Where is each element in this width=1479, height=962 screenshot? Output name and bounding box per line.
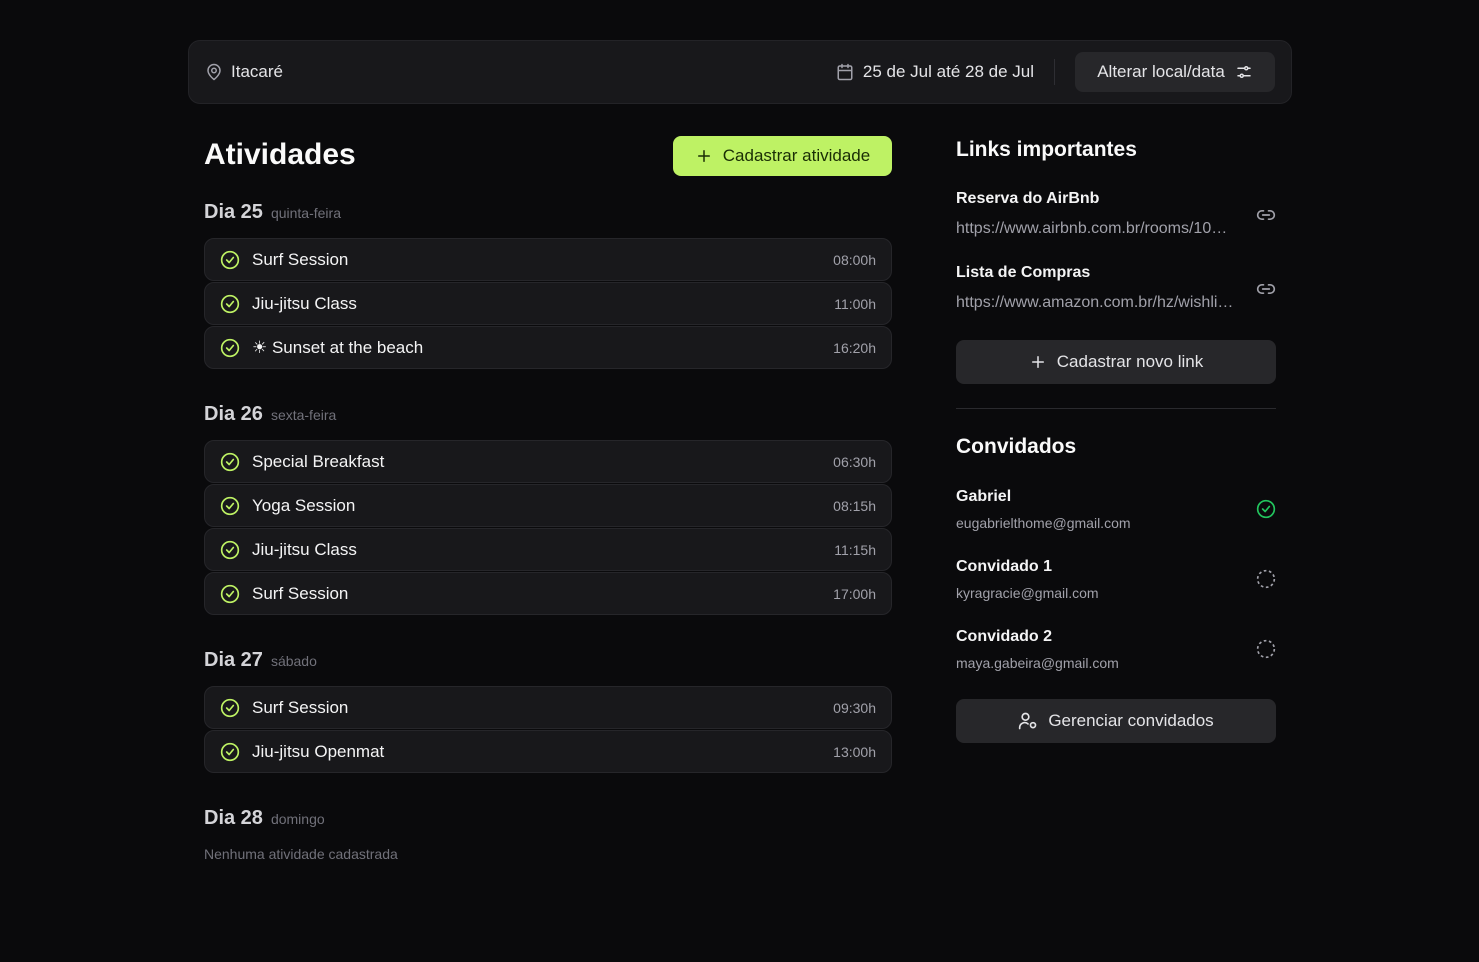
day-header: Dia 26 sexta-feira [204, 403, 336, 426]
circle-check-icon [220, 496, 240, 516]
circle-dashed-icon [1256, 639, 1276, 659]
link-item: Reserva do AirBnb https://www.airbnb.com… [956, 190, 1276, 238]
date-range: 25 de Jul até 28 de Jul [836, 62, 1034, 82]
plus-icon [1029, 353, 1047, 371]
activity-name: ☀ Sunset at the beach [252, 337, 424, 357]
day-number: Dia 28 [204, 807, 263, 829]
day-header: Dia 27 sábado [204, 649, 317, 672]
link-item: Lista de Compras https://www.amazon.com.… [956, 264, 1276, 312]
circle-check-icon [220, 540, 240, 560]
activity-time: 09:30h [833, 699, 876, 716]
guest-name: Gabriel [956, 488, 1012, 505]
circle-check-icon [220, 250, 240, 270]
circle-check-icon [220, 452, 240, 472]
guest-email: maya.gabeira@gmail.com [956, 655, 1119, 671]
activity-time: 11:15h [834, 541, 876, 558]
manage-guests-button[interactable]: Gerenciar convidados [956, 699, 1276, 743]
map-pin-icon [205, 63, 223, 81]
activity-item[interactable]: Yoga Session 08:15h [204, 484, 892, 527]
activity-time: 08:15h [833, 497, 876, 514]
add-activity-label: Cadastrar atividade [722, 146, 871, 165]
activity-item[interactable]: ☀ Sunset at the beach 16:20h [204, 326, 892, 369]
calendar-icon [836, 63, 854, 81]
link-icon[interactable] [1256, 279, 1276, 299]
guest-email: kyragracie@gmail.com [956, 585, 1099, 601]
manage-guests-label: Gerenciar convidados [1048, 711, 1214, 730]
circle-dashed-icon [1256, 569, 1276, 589]
activity-item[interactable]: Jiu-jitsu Class 11:00h [204, 282, 892, 325]
add-activity-button[interactable]: Cadastrar atividade [673, 136, 892, 176]
activity-name: Yoga Session [252, 495, 356, 515]
day-number: Dia 27 [204, 649, 263, 671]
circle-check-icon [220, 584, 240, 604]
section-divider [956, 408, 1276, 409]
activity-time: 13:00h [833, 743, 876, 760]
change-location-date-label: Alterar local/data [1097, 62, 1225, 81]
trip-header: Itacaré 25 de Jul até 28 de Jul Alterar … [188, 40, 1292, 104]
link-icon[interactable] [1256, 205, 1276, 225]
guests-title: Convidados [956, 435, 1077, 458]
date-range-text: 25 de Jul até 28 de Jul [862, 62, 1034, 81]
divider [1054, 59, 1055, 85]
circle-check-icon [1256, 499, 1276, 519]
guest-name: Convidado 2 [956, 628, 1053, 645]
activity-name: Jiu-jitsu Openmat [252, 741, 385, 761]
activity-name: Surf Session [252, 583, 349, 603]
activity-time: 11:00h [834, 295, 876, 312]
weekday: domingo [270, 811, 325, 827]
activity-item[interactable]: Special Breakfast 06:30h [204, 440, 892, 483]
activity-time: 08:00h [833, 251, 876, 268]
activities-title: Atividades [204, 138, 356, 171]
day-number: Dia 26 [204, 403, 263, 425]
weekday: sexta-feira [270, 407, 337, 423]
link-name: Reserva do AirBnb [956, 190, 1100, 207]
circle-check-icon [220, 742, 240, 762]
activity-time: 06:30h [833, 453, 876, 470]
empty-day-message: Nenhuma atividade cadastrada [204, 846, 398, 862]
activity-item[interactable]: Jiu-jitsu Class 11:15h [204, 528, 892, 571]
circle-check-icon [220, 294, 240, 314]
location-name: Itacaré [231, 62, 283, 81]
activity-name: Surf Session [252, 249, 349, 269]
guest-email: eugabrielthome@gmail.com [956, 515, 1131, 531]
weekday: sábado [270, 653, 317, 669]
activity-name: Jiu-jitsu Class [252, 539, 357, 559]
circle-check-icon [220, 338, 240, 358]
day-number: Dia 25 [204, 201, 263, 223]
weekday: quinta-feira [270, 205, 341, 221]
add-link-button[interactable]: Cadastrar novo link [956, 340, 1276, 384]
guest-item: Gabriel eugabrielthome@gmail.com [956, 488, 1276, 531]
guest-name: Convidado 1 [956, 558, 1053, 575]
link-url[interactable]: https://www.amazon.com.br/hz/wishlist/ls… [956, 294, 1236, 312]
activity-item[interactable]: Jiu-jitsu Openmat 13:00h [204, 730, 892, 773]
activity-name: Surf Session [252, 697, 349, 717]
plus-icon [695, 147, 713, 165]
guest-item: Convidado 1 kyragracie@gmail.com [956, 558, 1276, 601]
location: Itacaré [205, 62, 283, 82]
activity-item[interactable]: Surf Session 17:00h [204, 572, 892, 615]
link-url[interactable]: https://www.airbnb.com.br/rooms/10470001… [956, 220, 1236, 238]
settings-sliders-icon [1235, 63, 1253, 81]
activity-time: 16:20h [833, 339, 876, 356]
activity-name: Special Breakfast [252, 451, 385, 471]
guest-item: Convidado 2 maya.gabeira@gmail.com [956, 628, 1276, 671]
day-header: Dia 28 domingo [204, 807, 325, 830]
links-title: Links importantes [956, 138, 1137, 161]
add-link-label: Cadastrar novo link [1056, 352, 1204, 371]
day-header: Dia 25 quinta-feira [204, 201, 341, 224]
link-name: Lista de Compras [956, 264, 1091, 281]
user-cog-icon [1018, 711, 1038, 731]
activity-item[interactable]: Surf Session 09:30h [204, 686, 892, 729]
activity-name: Jiu-jitsu Class [252, 293, 357, 313]
activity-time: 17:00h [833, 585, 876, 602]
change-location-date-button[interactable]: Alterar local/data [1075, 52, 1275, 92]
circle-check-icon [220, 698, 240, 718]
activity-item[interactable]: Surf Session 08:00h [204, 238, 892, 281]
